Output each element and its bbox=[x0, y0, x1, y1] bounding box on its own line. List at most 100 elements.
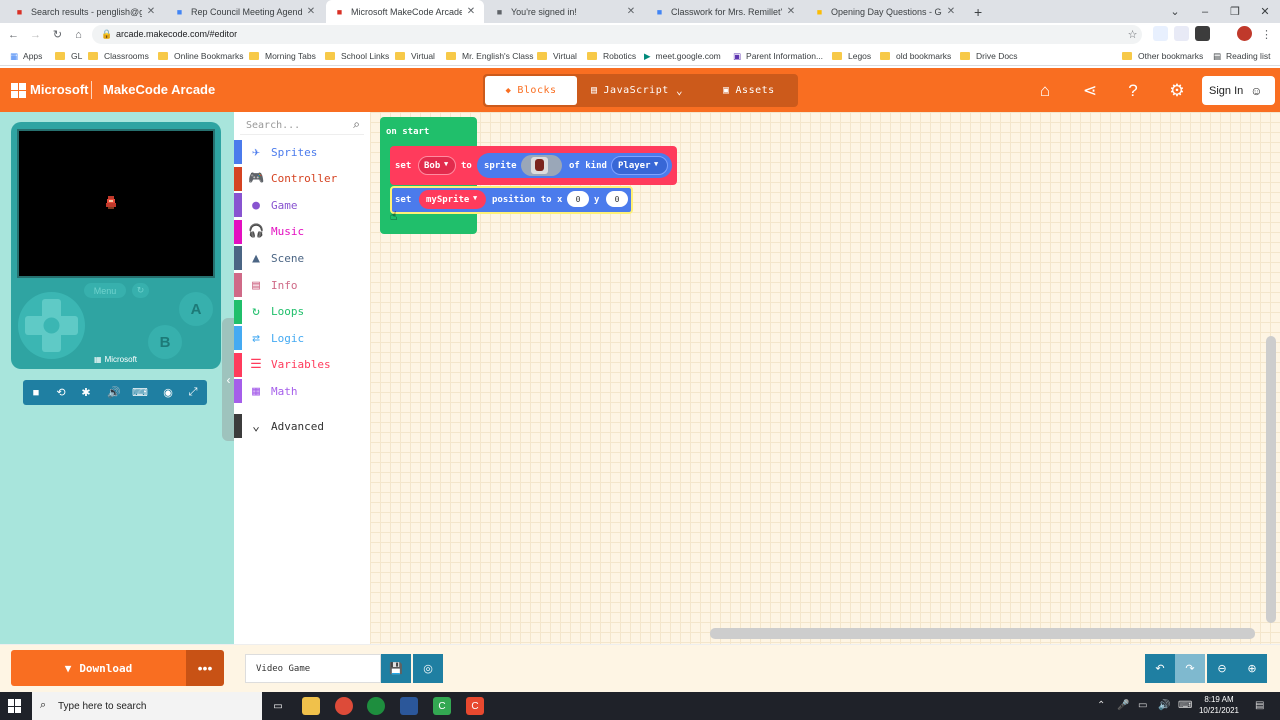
debug-icon[interactable]: ✱ bbox=[74, 380, 98, 405]
bookmark-item[interactable]: Classrooms bbox=[88, 50, 149, 62]
y-input[interactable]: 0 bbox=[606, 191, 628, 207]
network-icon[interactable]: ▭ bbox=[1138, 700, 1147, 711]
extension-icon[interactable] bbox=[1195, 26, 1210, 41]
close-tab-icon[interactable]: ✕ bbox=[306, 6, 316, 17]
home-icon[interactable]: ⌂ bbox=[1034, 80, 1056, 102]
undo-icon[interactable]: ↶ bbox=[1145, 654, 1175, 683]
bookmark-item[interactable]: Drive Docs bbox=[960, 50, 1018, 62]
mic-icon[interactable]: 🎤 bbox=[1117, 700, 1129, 711]
gear-icon[interactable]: ⚙ bbox=[1166, 80, 1188, 102]
bookmark-item[interactable]: old bookmarks bbox=[880, 50, 951, 62]
blocks-tab[interactable]: ◆ Blocks bbox=[485, 76, 577, 105]
reload-icon[interactable]: ↻ bbox=[49, 26, 66, 43]
close-tab-icon[interactable]: ✕ bbox=[146, 6, 156, 17]
browser-tab[interactable]: ■ Search results - penglish@gullla ✕ bbox=[6, 0, 164, 23]
back-icon[interactable]: ← bbox=[5, 26, 22, 43]
forward-icon[interactable]: → bbox=[27, 26, 44, 43]
bookmark-item[interactable]: Legos bbox=[832, 50, 871, 62]
b-button[interactable]: B bbox=[148, 325, 182, 359]
c-app-icon[interactable]: C bbox=[433, 697, 451, 715]
toolbox-category-variables[interactable]: ☰ Variables bbox=[234, 352, 370, 377]
bookmark-item[interactable]: GL bbox=[55, 50, 82, 62]
toolbox-category-logic[interactable]: ⇄ Logic bbox=[234, 326, 370, 351]
project-name-input[interactable]: Video Game bbox=[245, 654, 381, 683]
microsoft-brand[interactable]: Microsoft bbox=[30, 82, 89, 97]
bookmark-item[interactable]: Morning Tabs bbox=[249, 50, 316, 62]
browser-tab[interactable]: ■ You're signed in! ✕ bbox=[486, 0, 644, 23]
toolbox-category-advanced[interactable]: ⌄ Advanced bbox=[234, 414, 370, 438]
browser-tab[interactable]: ■ Rep Council Meeting Agenda 10 ✕ bbox=[166, 0, 324, 23]
bookmark-item[interactable]: School Links bbox=[325, 50, 389, 62]
restart-icon[interactable]: ↻ bbox=[132, 283, 149, 298]
toolbox-category-music[interactable]: 🎧 Music bbox=[234, 219, 370, 244]
windows-start-icon[interactable] bbox=[8, 699, 22, 713]
profile-avatar[interactable] bbox=[1237, 26, 1252, 41]
bookmark-item[interactable]: ▦ Apps bbox=[10, 50, 42, 62]
download-more-button[interactable]: ••• bbox=[186, 650, 224, 686]
github-icon[interactable]: ◎ bbox=[413, 654, 443, 683]
bookmark-item[interactable]: ▣ Parent Information... bbox=[733, 50, 823, 62]
toolbox-category-game[interactable]: ● Game bbox=[234, 193, 370, 218]
reading-list[interactable]: ▤ Reading list bbox=[1213, 50, 1270, 62]
puzzle-icon[interactable] bbox=[1216, 26, 1231, 41]
bookmark-other[interactable]: Other bookmarks bbox=[1122, 50, 1203, 62]
volume-icon[interactable]: 🔊 bbox=[1158, 700, 1170, 711]
close-tab-icon[interactable]: ✕ bbox=[786, 6, 796, 17]
bookmark-item[interactable]: Robotics bbox=[587, 50, 636, 62]
toolbox-category-scene[interactable]: ▲ Scene bbox=[234, 246, 370, 271]
bookmark-item[interactable]: Virtual bbox=[395, 50, 435, 62]
menu-button[interactable]: Menu bbox=[84, 283, 126, 298]
fullscreen-icon[interactable]: ⤢ bbox=[181, 380, 205, 405]
file-explorer-icon[interactable] bbox=[302, 697, 320, 715]
bookmark-item[interactable]: Virtual bbox=[537, 50, 577, 62]
sprite-image-picker[interactable] bbox=[521, 155, 562, 176]
screencast-app-icon[interactable] bbox=[367, 697, 385, 715]
assets-tab[interactable]: ▣ Assets bbox=[723, 76, 775, 105]
browser-tab[interactable]: ■ Microsoft MakeCode Arcade ✕ bbox=[326, 0, 484, 23]
share-icon[interactable]: ⋖ bbox=[1079, 80, 1101, 102]
redo-icon[interactable]: ↷ bbox=[1175, 654, 1205, 683]
new-tab-button[interactable]: + bbox=[966, 0, 988, 23]
app-title[interactable]: MakeCode Arcade bbox=[103, 82, 215, 97]
browser-menu-icon[interactable]: ⋮ bbox=[1258, 26, 1275, 43]
stop-icon[interactable]: ■ bbox=[24, 380, 48, 405]
x-input[interactable]: 0 bbox=[567, 191, 589, 207]
toolbox-category-loops[interactable]: ↻ Loops bbox=[234, 299, 370, 324]
minimize-icon[interactable]: – bbox=[1190, 0, 1220, 23]
home-icon[interactable]: ⌂ bbox=[70, 26, 87, 43]
toolbox-category-math[interactable]: ▦ Math bbox=[234, 379, 370, 404]
c-app-icon[interactable]: C bbox=[466, 697, 484, 715]
keyboard-icon[interactable]: ⌨ bbox=[128, 380, 152, 405]
toolbox-category-info[interactable]: ▤ Info bbox=[234, 273, 370, 297]
javascript-tab[interactable]: ▤ JavaScript bbox=[591, 76, 669, 105]
bookmark-item[interactable]: Online Bookmarks bbox=[158, 50, 243, 62]
notifications-icon[interactable]: ▤ bbox=[1255, 700, 1264, 711]
bookmark-star-icon[interactable]: ☆ bbox=[1124, 26, 1141, 43]
a-button[interactable]: A bbox=[179, 292, 213, 326]
search-input[interactable]: Search... bbox=[246, 120, 300, 131]
horizontal-scrollbar[interactable] bbox=[710, 628, 1255, 639]
download-button[interactable]: ▼ Download bbox=[11, 650, 186, 686]
help-icon[interactable]: ? bbox=[1122, 80, 1144, 102]
extension-icon[interactable] bbox=[1153, 26, 1168, 41]
toolbox-category-controller[interactable]: 🎮 Controller bbox=[234, 166, 370, 191]
game-screen[interactable] bbox=[17, 129, 215, 278]
sign-in-button[interactable]: Sign In ☺ bbox=[1202, 76, 1275, 105]
browser-tab[interactable]: ■ Classwork for Mrs. Remillet's STE ✕ bbox=[646, 0, 804, 23]
tab-search-icon[interactable]: ⌄ bbox=[1160, 0, 1190, 23]
restart-icon[interactable]: ⟲ bbox=[49, 380, 73, 405]
close-tab-icon[interactable]: ✕ bbox=[626, 6, 636, 17]
bookmark-item[interactable]: Mr. English's Class bbox=[446, 50, 534, 62]
toolbox-search[interactable]: Search... ⌕ bbox=[240, 115, 364, 135]
taskbar-clock[interactable]: 8:19 AM 10/21/2021 bbox=[1196, 694, 1242, 716]
sound-icon[interactable]: 🔊 bbox=[102, 380, 126, 405]
chrome-icon[interactable] bbox=[335, 697, 353, 715]
tray-chevron-icon[interactable]: ⌃ bbox=[1097, 700, 1105, 711]
close-tab-icon[interactable]: ✕ bbox=[946, 6, 956, 17]
close-window-icon[interactable]: ✕ bbox=[1250, 0, 1280, 23]
restore-icon[interactable]: ❐ bbox=[1220, 0, 1250, 23]
browser-tab[interactable]: ■ Opening Day Questions - Google ✕ bbox=[806, 0, 964, 23]
zoom-in-icon[interactable]: ⊕ bbox=[1237, 654, 1267, 683]
task-view-icon[interactable]: ▭ bbox=[269, 697, 287, 715]
language-dropdown[interactable]: ⌄ bbox=[676, 76, 683, 105]
